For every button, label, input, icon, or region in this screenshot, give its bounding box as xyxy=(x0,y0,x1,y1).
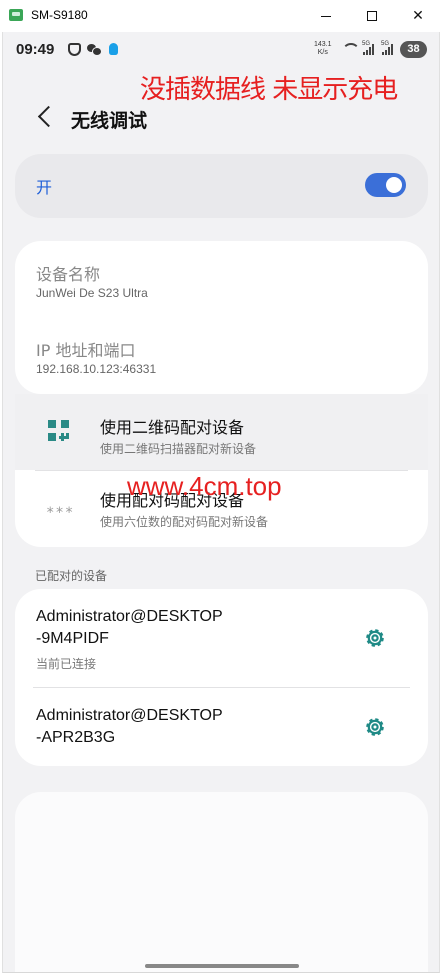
empty-card xyxy=(15,792,428,972)
pair-with-code-subtitle: 使用六位数的配对码配对新设备 xyxy=(100,515,269,529)
qr-code-icon xyxy=(48,420,70,442)
paired-device-name-line1: Administrator@DESKTOP xyxy=(36,707,223,724)
back-arrow-icon[interactable] xyxy=(37,106,53,128)
pairing-code-icon: *** xyxy=(46,505,75,521)
phone-screen: 09:49 143.1 K/s 5G 5G 38 无线调试 开 设备名称 Jun… xyxy=(2,32,440,973)
wechat-icon xyxy=(87,43,102,56)
device-info-card: 设备名称 JunWei De S23 Ultra IP 地址和端口 192.16… xyxy=(15,241,428,394)
minimize-button[interactable] xyxy=(303,0,349,32)
page-title: 无线调试 xyxy=(71,110,148,132)
status-bar: 09:49 143.1 K/s 5G 5G 38 xyxy=(3,32,439,66)
app-icon xyxy=(9,9,23,21)
battery-level: 38 xyxy=(400,41,427,58)
window-title: SM-S9180 xyxy=(31,8,88,22)
network-speed-value: 143.1 xyxy=(314,41,332,48)
paired-device-name-line1: Administrator@DESKTOP xyxy=(36,608,223,625)
qq-icon xyxy=(107,43,120,56)
ip-port-label: IP 地址和端口 xyxy=(36,341,136,360)
overlay-watermark-text: www.4cm.top xyxy=(127,471,282,501)
divider xyxy=(33,687,410,688)
gear-icon[interactable] xyxy=(363,626,387,650)
pair-with-qr-title: 使用二维码配对设备 xyxy=(100,418,245,437)
minimize-icon xyxy=(321,15,331,17)
pair-with-qr-subtitle: 使用二维码扫描器配对新设备 xyxy=(100,442,257,456)
paired-device-status: 当前已连接 xyxy=(36,657,97,671)
switch-knob xyxy=(386,177,402,193)
paired-device-name-line2: -APR2B3G xyxy=(36,729,116,746)
network-speed: 143.1 K/s xyxy=(314,41,332,57)
paired-device-name: Administrator@DESKTOP -9M4PIDF xyxy=(36,606,286,650)
pair-with-qr-code-item[interactable]: 使用二维码配对设备 使用二维码扫描器配对新设备 xyxy=(15,394,428,470)
wifi-icon xyxy=(342,43,360,56)
window-titlebar: SM-S9180 ✕ xyxy=(0,0,442,32)
wireless-debugging-toggle-row[interactable]: 开 xyxy=(15,154,428,218)
paired-device-name-line2: -9M4PIDF xyxy=(36,630,109,647)
overlay-note-text: 没插数据线 未显示充电 xyxy=(140,75,398,105)
maximize-icon xyxy=(367,11,377,21)
paired-devices-card: Administrator@DESKTOP -9M4PIDF 当前已连接 Adm… xyxy=(15,589,428,766)
toggle-label: 开 xyxy=(36,178,53,197)
close-button[interactable]: ✕ xyxy=(395,0,441,32)
device-name-label: 设备名称 xyxy=(36,265,101,284)
status-time: 09:49 xyxy=(16,41,55,58)
paired-devices-section-label: 已配对的设备 xyxy=(35,569,108,583)
wireless-debugging-switch[interactable] xyxy=(365,173,406,197)
close-icon: ✕ xyxy=(412,8,424,24)
ip-port-value: 192.168.10.123:46331 xyxy=(36,362,157,376)
paired-device-name: Administrator@DESKTOP -APR2B3G xyxy=(36,705,286,749)
signal-icon xyxy=(380,44,393,55)
maximize-button[interactable] xyxy=(349,0,395,32)
gear-icon[interactable] xyxy=(363,715,387,739)
home-indicator[interactable] xyxy=(145,964,299,968)
signal-icon xyxy=(361,44,374,55)
vpn-icon xyxy=(68,43,81,56)
device-name-value: JunWei De S23 Ultra xyxy=(36,286,148,300)
network-speed-unit: K/s xyxy=(317,49,328,56)
